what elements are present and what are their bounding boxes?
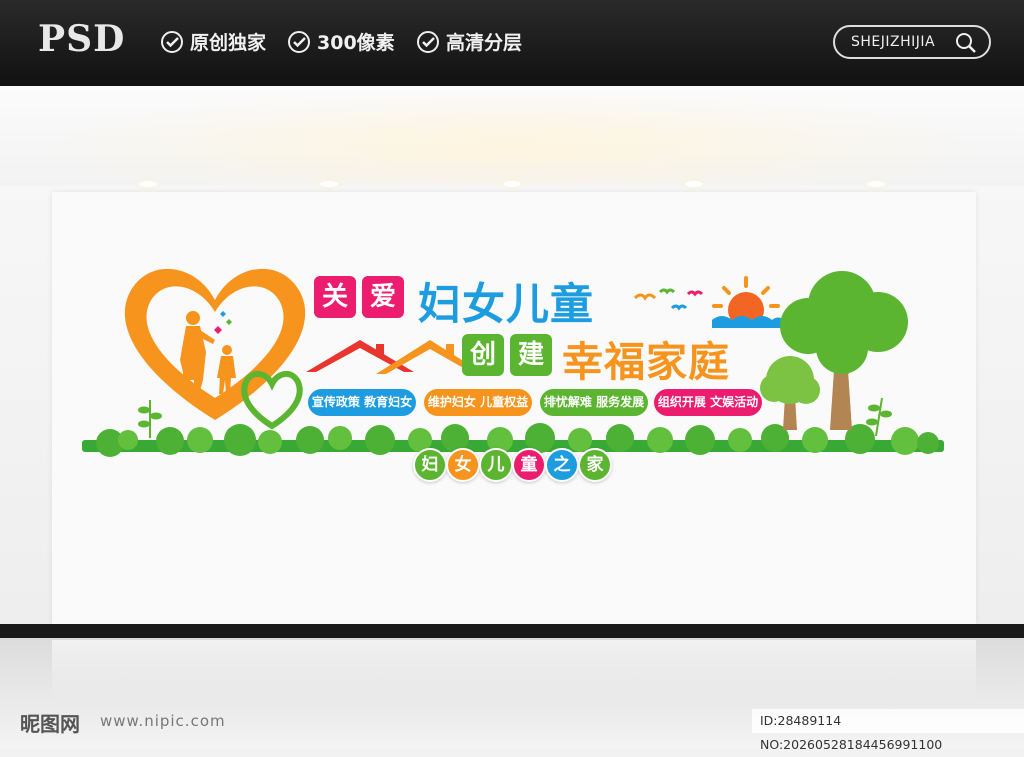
site-logo-watermark: 昵图网 bbox=[20, 712, 80, 736]
birds bbox=[633, 288, 704, 311]
grass-strip bbox=[82, 423, 944, 457]
trees bbox=[760, 271, 908, 430]
pill-rights: 维护妇女 儿童权益 bbox=[424, 389, 532, 416]
title-main: 妇女儿童 bbox=[418, 280, 594, 330]
circle-char: 儿 bbox=[479, 448, 513, 482]
circle-char: 家 bbox=[578, 448, 612, 482]
subtitle-main: 幸福家庭 bbox=[562, 338, 730, 386]
circle-char: 童 bbox=[512, 448, 546, 482]
orange-heart bbox=[124, 268, 306, 420]
circle-char: 妇 bbox=[413, 448, 447, 482]
subtitle-box-2: 建 bbox=[510, 334, 552, 376]
title-box-2: 爱 bbox=[362, 276, 404, 318]
image-id-watermark: ID:28489114 NO:20260528184456991100 bbox=[752, 709, 1024, 752]
circle-char: 女 bbox=[446, 448, 480, 482]
site-url-watermark: www.nipic.com bbox=[100, 712, 226, 730]
sun bbox=[712, 276, 784, 328]
pill-activities: 组织开展 文娱活动 bbox=[654, 389, 762, 416]
subtitle-box-1: 创 bbox=[462, 334, 504, 376]
title-box-1: 关 bbox=[314, 276, 356, 318]
house-roofs bbox=[306, 340, 484, 374]
pill-service: 排忧解难 服务发展 bbox=[540, 389, 648, 416]
grass-sprig-left bbox=[138, 400, 162, 438]
circle-char: 之 bbox=[545, 448, 579, 482]
pill-policy: 宣传政策 教育妇女 bbox=[308, 389, 416, 416]
